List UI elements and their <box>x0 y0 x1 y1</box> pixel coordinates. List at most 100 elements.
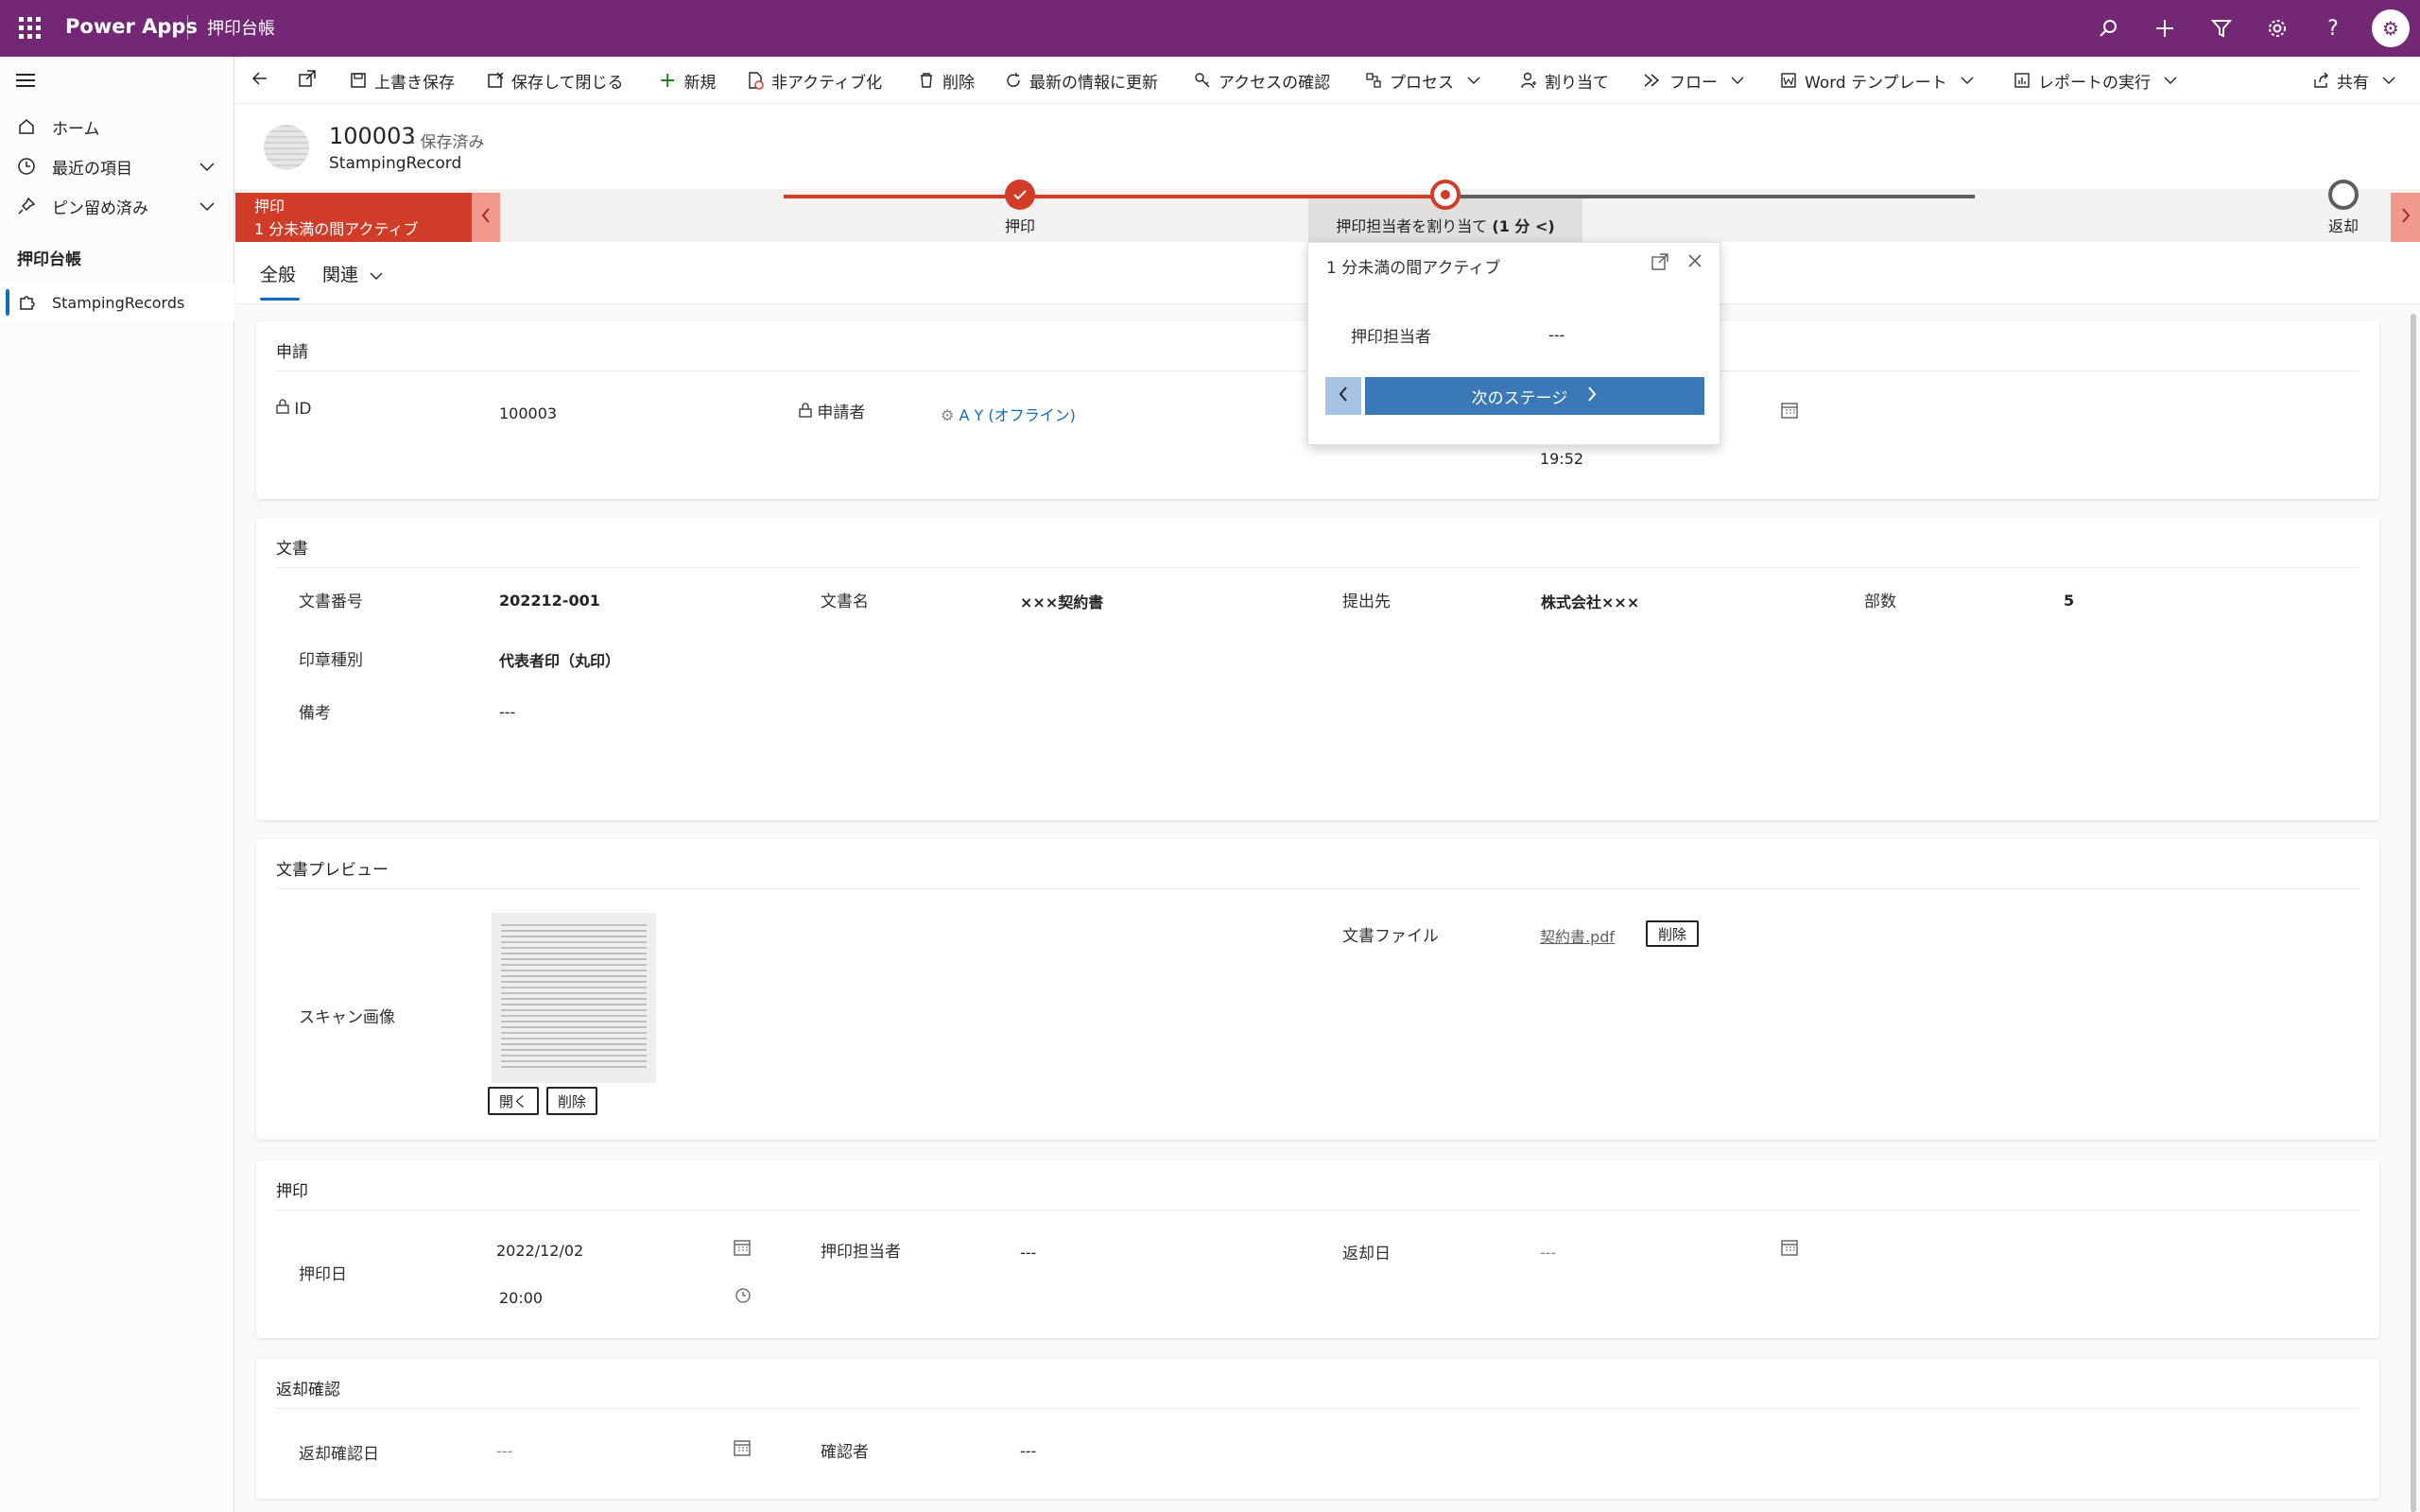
section-title: 返却確認 <box>276 1381 340 1400</box>
chevron-down-icon <box>1731 76 1744 85</box>
scan-thumbnail[interactable] <box>492 913 656 1083</box>
chevron-down-icon[interactable] <box>199 198 216 217</box>
section-title: 文書プレビュー <box>276 861 389 880</box>
field-label-return-date: 返却日 <box>1342 1245 1391 1263</box>
save-button[interactable]: 上書き保存 <box>350 57 455 104</box>
field-value-copies[interactable]: 5 <box>2064 592 2074 610</box>
close-icon[interactable] <box>1686 252 1703 274</box>
save-close-button[interactable]: 保存して閉じる <box>487 57 624 104</box>
return-date-input[interactable]: --- <box>1540 1244 1556 1262</box>
save-close-icon <box>487 72 504 89</box>
divider <box>276 567 2360 568</box>
field-value-note[interactable]: --- <box>499 703 515 721</box>
sidebar-item-pinned[interactable]: ピン留め済み <box>0 187 234 225</box>
clock-icon <box>0 157 52 176</box>
puzzle-icon <box>0 293 52 312</box>
deactivate-button[interactable]: 非アクティブ化 <box>747 57 882 104</box>
file-link[interactable]: 契約書.pdf <box>1540 924 1615 947</box>
scrollbar-thumb[interactable] <box>2411 314 2416 1512</box>
chevron-left-icon <box>480 206 492 230</box>
field-label-id: ID <box>276 399 312 419</box>
share-button[interactable]: 共有 <box>2312 57 2395 104</box>
stage-label: 押印 <box>1004 217 1035 235</box>
save-status: - 保存済み <box>409 133 485 152</box>
stage-stamp[interactable]: 押印 <box>935 180 1105 236</box>
flow-button[interactable]: フロー <box>1643 57 1744 104</box>
chevron-right-icon <box>1586 385 1598 408</box>
pin-icon <box>0 197 52 215</box>
sidebar-item-recent[interactable]: 最近の項目 <box>0 147 234 185</box>
field-label-seal-type: 印章種別 <box>299 651 363 670</box>
save-icon <box>350 72 367 89</box>
run-report-button[interactable]: レポートの実行 <box>2014 57 2177 104</box>
field-label-submit-to: 提出先 <box>1342 593 1391 611</box>
delete-file-button[interactable]: 削除 <box>1646 920 1699 947</box>
field-label-file: 文書ファイル <box>1342 927 1439 946</box>
command-bar: 上書き保存 保存して閉じる + 新規 非アクティブ化 削除 最新の情報に更新 ア… <box>235 57 2420 104</box>
calendar-icon[interactable] <box>733 1238 752 1262</box>
dock-icon[interactable] <box>1651 252 1669 276</box>
assign-button[interactable]: 割り当て <box>1520 57 1609 104</box>
tab-general[interactable]: 全般 <box>260 261 296 286</box>
flyout-title: 1 分未満の間アクティブ <box>1326 259 1501 278</box>
top-bar: Power Apps 押印台帳 ? ⚙ <box>0 0 2420 57</box>
section-document: 文書 文書番号 202212-001 文書名 ×××契約書 提出先 株式会社××… <box>256 518 2379 820</box>
field-label-doc-name: 文書名 <box>821 593 869 611</box>
check-access-button[interactable]: アクセスの確認 <box>1194 57 1330 104</box>
avatar[interactable]: ⚙ <box>2372 9 2410 47</box>
filter-icon[interactable] <box>2206 13 2237 43</box>
field-value-stamp-owner[interactable]: --- <box>1020 1244 1036 1262</box>
chevron-down-icon[interactable] <box>199 159 216 178</box>
record-header: 100003 - 保存済み StampingRecord <box>235 104 2420 189</box>
plus-icon[interactable] <box>2150 13 2180 43</box>
app-launcher-icon[interactable] <box>15 13 43 42</box>
help-icon[interactable]: ? <box>2318 13 2348 43</box>
field-value-id: 100003 <box>499 404 558 422</box>
settings-icon[interactable] <box>2262 13 2292 43</box>
next-stage-button[interactable]: 次のステージ <box>1365 377 1704 415</box>
app-name[interactable]: Power Apps <box>65 15 198 38</box>
back-button[interactable] <box>251 57 269 104</box>
record-avatar <box>264 125 309 170</box>
calendar-icon[interactable] <box>1780 401 1799 424</box>
sidebar-item-stampingrecords[interactable]: StampingRecords <box>0 284 234 321</box>
previous-stage-button[interactable] <box>1325 377 1361 415</box>
bpf-next-button[interactable] <box>2391 193 2420 242</box>
share-icon <box>2312 72 2329 89</box>
tab-selected-indicator <box>260 298 300 301</box>
delete-scan-button[interactable]: 削除 <box>546 1087 597 1115</box>
popout-icon <box>298 69 317 93</box>
clock-icon[interactable] <box>735 1287 752 1309</box>
flyout-field-value[interactable]: --- <box>1548 326 1564 344</box>
active-stage-panel[interactable]: 押印 1 分未満の間アクティブ <box>235 193 472 242</box>
search-icon[interactable] <box>2093 13 2123 43</box>
sidebar-item-label: ピン留め済み <box>52 198 148 218</box>
sidebar-item-home[interactable]: ホーム <box>0 108 234 146</box>
field-value-applicant[interactable]: ⚙ A Y (オフライン) <box>941 403 1076 425</box>
field-value-seal-type[interactable]: 代表者印（丸印） <box>499 648 620 671</box>
field-value-checker[interactable]: --- <box>1020 1442 1036 1460</box>
field-value-doc-name[interactable]: ×××契約書 <box>1020 590 1103 612</box>
process-button[interactable]: プロセス <box>1365 57 1480 104</box>
calendar-icon[interactable] <box>733 1438 752 1462</box>
bpf-prev-button[interactable] <box>472 193 500 242</box>
refresh-button[interactable]: 最新の情報に更新 <box>1005 57 1158 104</box>
calendar-icon[interactable] <box>1780 1238 1799 1262</box>
stamp-date-input[interactable]: 2022/12/02 <box>496 1242 583 1260</box>
environment-name[interactable]: 押印台帳 <box>207 15 275 40</box>
tab-related[interactable]: 関連 <box>322 261 383 286</box>
stamp-time-input[interactable]: 20:00 <box>499 1289 543 1307</box>
word-template-button[interactable]: Word テンプレート <box>1780 57 1974 104</box>
field-value-doc-no[interactable]: 202212-001 <box>499 592 600 610</box>
stage-assign-owner[interactable]: 押印担当者を割り当て (1 分 <) <box>1308 180 1582 236</box>
delete-button[interactable]: 削除 <box>918 57 975 104</box>
active-stage-name: 押印 <box>254 198 285 215</box>
open-button[interactable]: 開く <box>488 1087 539 1115</box>
home-icon <box>0 117 52 136</box>
return-check-date-input[interactable]: --- <box>496 1442 512 1460</box>
popout-button[interactable] <box>298 57 317 104</box>
hamburger-icon[interactable] <box>15 72 36 94</box>
business-process-flow: 押印 1 分未満の間アクティブ 押印 押印担当者を割り当て (1 分 <) 返却 <box>235 180 2420 242</box>
field-value-submit-to[interactable]: 株式会社××× <box>1541 590 1639 612</box>
new-button[interactable]: + 新規 <box>659 57 716 104</box>
